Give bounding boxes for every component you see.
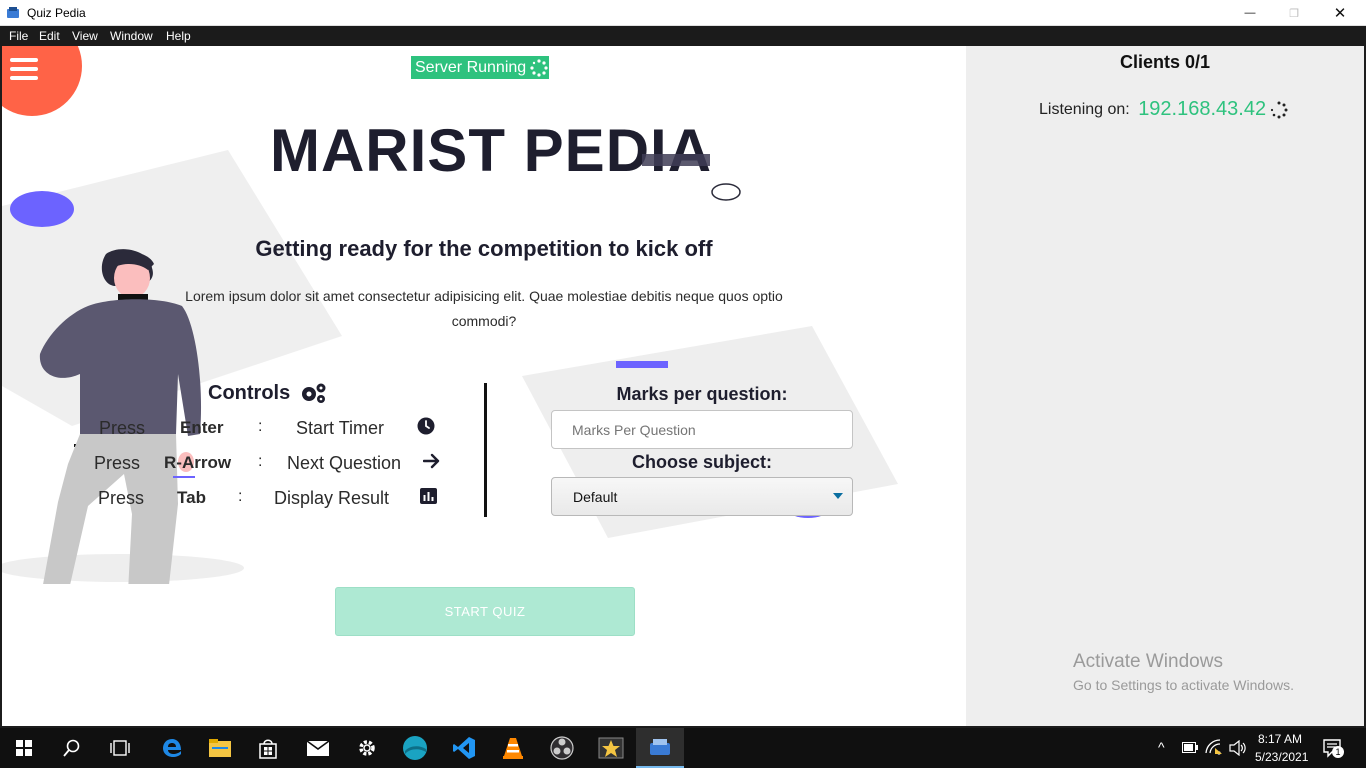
menu-file[interactable]: File	[9, 29, 28, 43]
taskbar-obs[interactable]	[538, 728, 586, 768]
server-status-badge: Server Running	[411, 56, 549, 79]
chevron-down-icon	[833, 493, 843, 499]
quiz-pedia-icon	[650, 739, 670, 755]
taskbar-mail[interactable]	[294, 728, 342, 768]
menu-view[interactable]: View	[72, 29, 98, 43]
clock-date[interactable]: 5/23/2021	[1255, 750, 1308, 764]
subject-label: Choose subject:	[631, 452, 773, 472]
menu-window[interactable]: Window	[110, 29, 153, 43]
search-icon	[63, 739, 80, 757]
task-view-icon	[110, 740, 130, 756]
activation-watermark-subtitle: Go to Settings to activate Windows.	[1073, 677, 1294, 693]
taskbar-file-explorer[interactable]	[196, 728, 244, 768]
control-action-next-question: Next Question	[287, 453, 402, 473]
subject-select-value: Default	[573, 488, 618, 505]
taskbar: ^ 8:17 AM 5/23/2021 1	[0, 728, 1366, 768]
menu-icon	[10, 58, 38, 80]
person-illustration	[39, 249, 202, 584]
battery-icon[interactable]	[1182, 742, 1198, 753]
taskbar-movie-maker[interactable]	[587, 728, 635, 768]
obs-icon	[550, 736, 574, 760]
window-titlebar: Quiz Pedia — ❐ ✕	[0, 0, 1366, 26]
spinner-icon	[530, 58, 548, 77]
start-quiz-button[interactable]: START QUIZ	[335, 587, 635, 636]
control-press-label: Press	[94, 453, 141, 473]
close-icon: ✕	[1333, 5, 1347, 22]
vlc-icon	[503, 738, 523, 759]
taskbar-store[interactable]	[244, 728, 292, 768]
marks-per-question-input[interactable]	[551, 410, 853, 449]
server-status-text: Server Running	[415, 58, 527, 76]
controls-title: Controls	[208, 382, 291, 404]
taskbar-vlc[interactable]	[489, 728, 537, 768]
start-icon	[16, 740, 32, 756]
edge-icon	[163, 739, 181, 757]
main-panel: Server Running MARIST PEDIA Getting read…	[2, 46, 966, 726]
clock-icon	[417, 417, 435, 435]
action-center-button[interactable]: 1	[1322, 737, 1344, 759]
listening-info: Listening on: 192.168.43.42	[1039, 98, 1288, 121]
vscode-icon	[453, 737, 475, 759]
control-key-r-arrow: R-Arrow	[164, 453, 232, 472]
close-button[interactable]: ✕	[1317, 0, 1363, 26]
clients-sidebar: Clients 0/1 Listening on: 192.168.43.42 …	[966, 46, 1364, 726]
control-action-display-result: Display Result	[274, 488, 390, 508]
app-icon	[7, 7, 19, 18]
notification-count-badge: 1	[1332, 746, 1344, 758]
arrow-right-icon	[423, 453, 440, 469]
taskbar-app-globe[interactable]	[391, 728, 439, 768]
ip-address: 192.168.43.42	[1138, 98, 1267, 120]
start-quiz-label: START QUIZ	[444, 604, 526, 619]
movie-maker-icon	[598, 737, 624, 759]
marks-label: Marks per question:	[616, 384, 788, 404]
maximize-button[interactable]: ❐	[1271, 0, 1317, 26]
control-separator: :	[258, 418, 263, 435]
gears-icon	[302, 383, 326, 403]
subject-select[interactable]: Default	[551, 477, 853, 516]
minimize-button[interactable]: —	[1227, 0, 1273, 26]
spinner-icon	[1270, 101, 1288, 118]
title-underline-decoration	[642, 154, 710, 166]
section-divider	[484, 383, 487, 517]
control-separator: :	[238, 488, 243, 505]
store-icon	[259, 739, 277, 759]
activation-watermark-title: Activate Windows	[1073, 651, 1223, 672]
task-view-button[interactable]	[96, 728, 144, 768]
maximize-icon: ❐	[1289, 7, 1299, 20]
taskbar-settings[interactable]	[343, 728, 391, 768]
control-press-label: Press	[98, 488, 145, 508]
menu-edit[interactable]: Edit	[39, 29, 60, 43]
page-title: MARIST PEDIA	[270, 117, 713, 184]
control-key-enter: Enter	[180, 418, 224, 437]
volume-icon[interactable]	[1229, 740, 1247, 756]
hamburger-menu-button[interactable]	[10, 56, 40, 82]
control-separator: :	[258, 453, 263, 470]
bar-chart-icon	[420, 488, 437, 504]
wifi-icon[interactable]	[1205, 739, 1223, 755]
window-title: Quiz Pedia	[27, 6, 86, 20]
taskbar-search-button[interactable]	[48, 728, 96, 768]
clock-time[interactable]: 8:17 AM	[1258, 732, 1302, 746]
mail-icon	[306, 740, 330, 756]
minimize-icon: —	[1244, 7, 1256, 19]
start-button[interactable]	[0, 728, 48, 768]
settings-icon	[359, 740, 375, 756]
control-action-start-timer: Start Timer	[296, 418, 385, 438]
app-globe-icon	[403, 736, 427, 760]
taskbar-vscode[interactable]	[440, 728, 488, 768]
control-key-tab: Tab	[177, 488, 206, 507]
listening-label: Listening on:	[1039, 100, 1135, 118]
show-hidden-icons-chevron-icon[interactable]: ^	[1158, 739, 1165, 755]
taskbar-quiz-pedia[interactable]	[636, 728, 684, 768]
menu-help[interactable]: Help	[166, 29, 191, 43]
taskbar-edge[interactable]	[148, 728, 196, 768]
control-press-label: Press	[99, 418, 146, 438]
menubar: File Edit View Window Help	[0, 26, 1366, 46]
clients-count: Clients 0/1	[1119, 52, 1211, 72]
file-explorer-icon	[209, 739, 231, 757]
